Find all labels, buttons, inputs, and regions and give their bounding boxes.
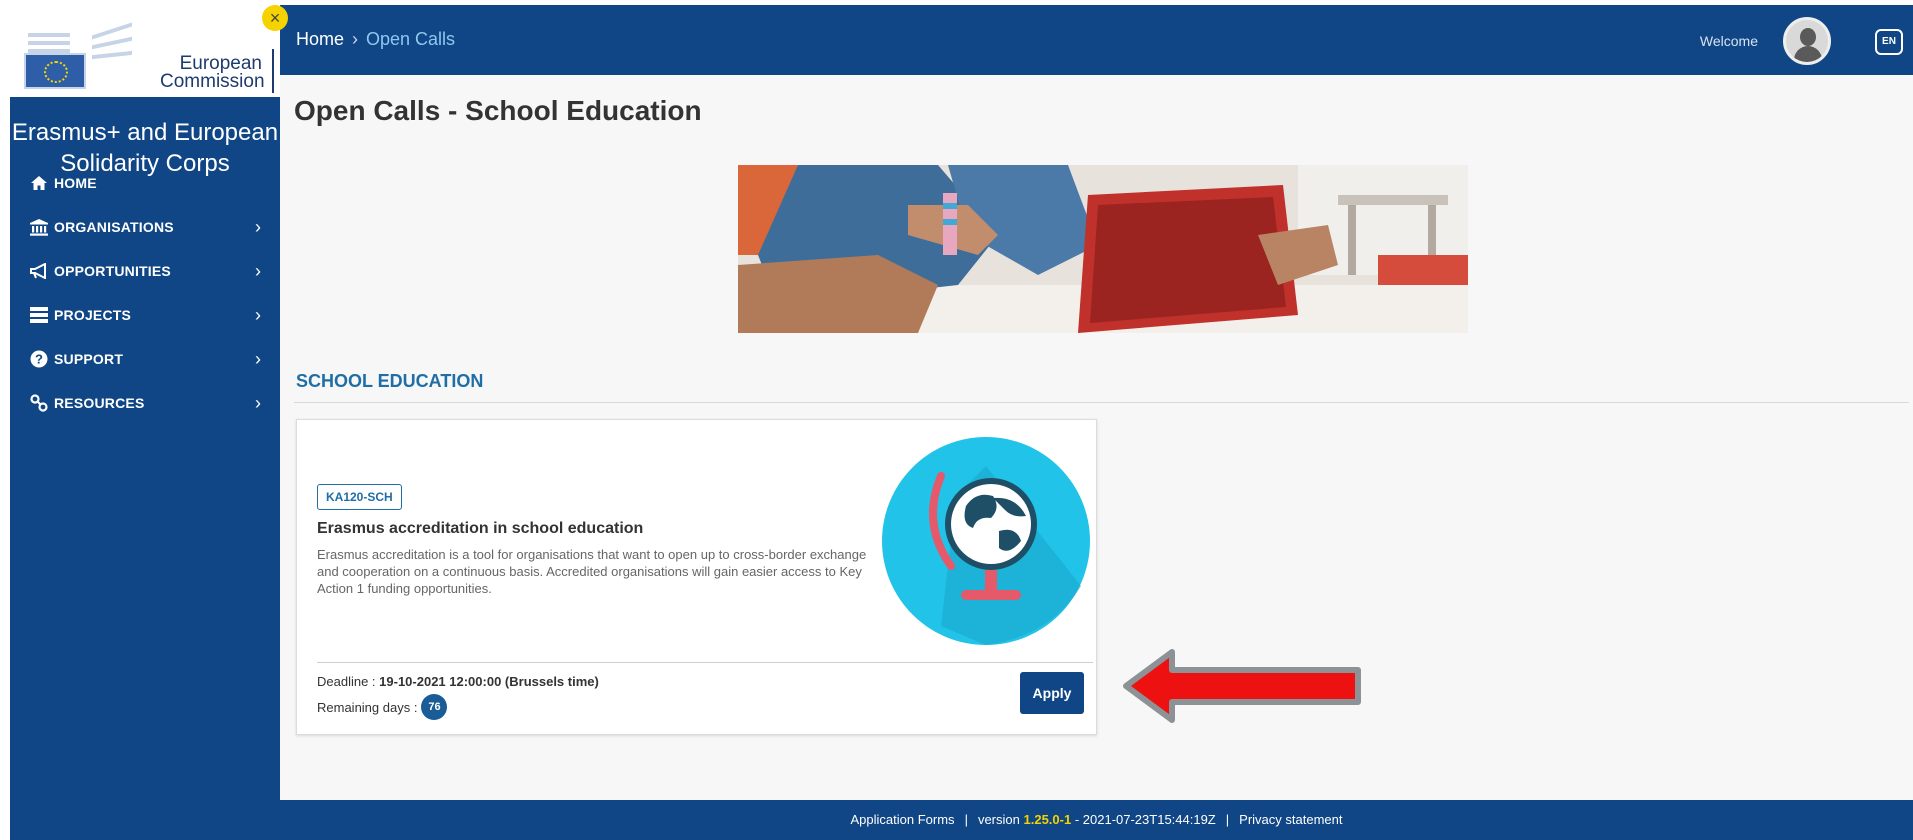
apply-button[interactable]: Apply [1020,672,1084,714]
sidebar: European Commission Erasmus+ and Europea… [10,5,280,840]
link-icon [10,394,54,412]
sidebar-item-label: ORGANISATIONS [54,219,174,235]
section-heading: SCHOOL EDUCATION [296,371,484,391]
sidebar-item-home[interactable]: HOME [10,163,280,203]
remaining-days: Remaining days : 76 [317,694,448,720]
sidebar-item-label: RESOURCES [54,395,145,411]
section-divider [294,402,1909,403]
call-code-badge: KA120-SCH [317,484,402,510]
footer-app-name: Application Forms [850,812,955,827]
remaining-days-count: 76 [421,694,448,720]
chevron-right-icon: › [255,216,261,237]
main-content: Open Calls - School Education SCHOOL EDU… [280,75,1913,800]
institution-icon [10,218,54,236]
top-bar: Home › Open Calls Welcome EN [280,5,1913,75]
chevron-right-icon: › [255,348,261,369]
call-card: KA120-SCH Erasmus accreditation in schoo… [296,419,1097,735]
logo-divider [272,49,274,93]
sidebar-item-support[interactable]: ? SUPPORT › [10,339,280,379]
breadcrumb-home-link[interactable]: Home [296,29,344,49]
logo-text-line2: Commission [160,71,265,92]
sidebar-item-organisations[interactable]: ORGANISATIONS › [10,207,280,247]
avatar[interactable] [1783,17,1831,65]
chevron-right-icon: › [255,392,261,413]
projects-icon [10,307,54,323]
logo-text: European Commission [160,54,265,92]
language-selector[interactable]: EN [1875,29,1903,55]
footer-version-number: 1.25.0-1 [1023,812,1072,827]
sidebar-item-label: SUPPORT [54,351,124,367]
card-divider [317,662,1093,663]
sidebar-item-opportunities[interactable]: OPPORTUNITIES › [10,251,280,291]
call-description: Erasmus accreditation is a tool for orga… [317,547,867,596]
app-root: European Commission Erasmus+ and Europea… [0,0,1913,840]
svg-text:?: ? [35,352,43,367]
remaining-days-label: Remaining days : [317,699,418,715]
close-icon[interactable]: × [262,5,288,31]
deadline-value: 19-10-2021 12:00:00 (Brussels time) [379,674,599,689]
page-title: Open Calls - School Education [294,95,702,126]
european-commission-logo[interactable]: European Commission [10,5,280,97]
deadline-label: Deadline : [317,674,380,689]
breadcrumb-current[interactable]: Open Calls [366,29,455,49]
megaphone-icon [10,263,54,279]
deadline-text: Deadline : 19-10-2021 12:00:00 (Brussels… [317,672,599,692]
globe-icon [881,436,1091,646]
footer-version-label: version [977,812,1020,827]
call-title: Erasmus accreditation in school educatio… [317,520,644,537]
sidebar-item-resources[interactable]: RESOURCES › [10,383,280,423]
privacy-statement-link[interactable]: Privacy statement [1239,812,1342,827]
welcome-text: Welcome [1699,33,1758,49]
annotation-arrow [1122,648,1362,724]
eu-flag-icon [24,53,86,89]
home-icon [10,175,54,191]
sidebar-item-label: OPPORTUNITIES [54,263,171,279]
sidebar-item-label: HOME [54,175,97,191]
hero-image [738,165,1468,333]
footer: Application Forms | version 1.25.0-1 - 202… [280,800,1913,840]
sidebar-item-label: PROJECTS [54,307,132,323]
breadcrumb: Home › Open Calls [296,29,455,50]
breadcrumb-separator: › [352,29,359,49]
question-circle-icon: ? [10,350,54,368]
chevron-right-icon: › [255,260,261,281]
sidebar-item-projects[interactable]: PROJECTS › [10,295,280,335]
chevron-right-icon: › [255,304,261,325]
footer-build: - 2021-07-23T15:44:19Z [1074,812,1216,827]
